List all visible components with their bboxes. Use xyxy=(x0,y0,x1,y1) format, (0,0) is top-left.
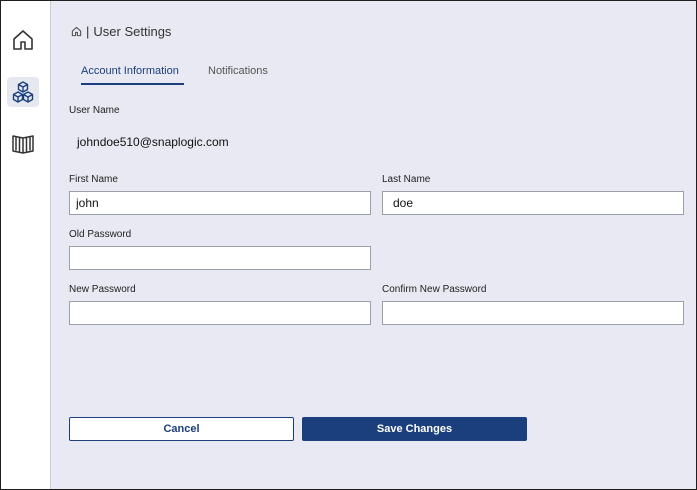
user-name-label: User Name xyxy=(69,105,120,116)
last-name-field[interactable] xyxy=(382,191,684,215)
breadcrumb-separator: | xyxy=(86,23,90,39)
confirm-password-field[interactable] xyxy=(382,301,684,325)
old-password-field[interactable] xyxy=(69,246,371,270)
tab-account-information[interactable]: Account Information xyxy=(81,65,179,77)
new-password-field[interactable] xyxy=(69,301,371,325)
sidebar-item-cubes[interactable] xyxy=(7,77,39,107)
first-name-field[interactable] xyxy=(69,191,371,215)
old-password-label: Old Password xyxy=(69,229,132,240)
confirm-password-label: Confirm New Password xyxy=(382,284,487,295)
tab-notifications[interactable]: Notifications xyxy=(208,65,268,77)
sidebar-item-book[interactable] xyxy=(7,128,39,158)
active-tab-underline xyxy=(81,83,184,85)
save-changes-button[interactable]: Save Changes xyxy=(302,417,527,441)
page-title: User Settings xyxy=(93,23,172,39)
cubes-icon xyxy=(12,81,34,103)
user-name-value: johndoe510@snaplogic.com xyxy=(77,135,229,149)
first-name-label: First Name xyxy=(69,174,118,185)
app-window: | User Settings Account Information Noti… xyxy=(0,0,697,490)
cancel-button[interactable]: Cancel xyxy=(69,417,294,441)
last-name-label: Last Name xyxy=(382,174,431,185)
settings-panel: | User Settings Account Information Noti… xyxy=(51,1,696,489)
new-password-label: New Password xyxy=(69,284,136,295)
book-icon xyxy=(12,135,34,154)
home-icon xyxy=(13,30,33,50)
home-icon[interactable] xyxy=(71,26,82,37)
sidebar-item-home[interactable] xyxy=(7,25,39,55)
breadcrumb: | User Settings xyxy=(71,23,171,39)
sidebar xyxy=(1,1,51,489)
